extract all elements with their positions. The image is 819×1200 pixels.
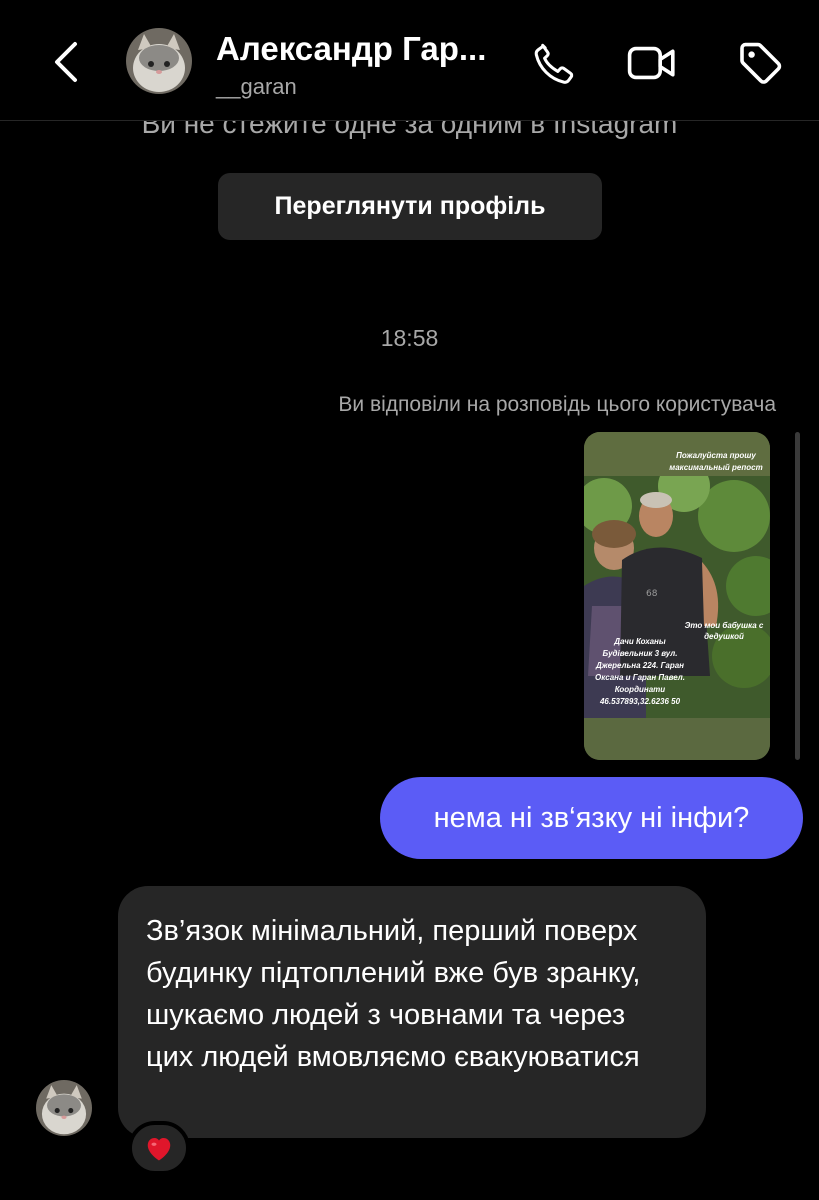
message-timestamp: 18:58 [380, 325, 439, 351]
chat-header: Александр Гар... __garan [0, 0, 819, 121]
chevron-left-icon [55, 42, 77, 82]
message-reaction[interactable] [128, 1121, 190, 1175]
tag-icon [740, 42, 782, 84]
sender-avatar[interactable] [36, 1080, 92, 1136]
heart-icon [147, 1138, 171, 1161]
video-call-button[interactable] [626, 38, 680, 88]
back-button[interactable] [44, 34, 88, 90]
cat-avatar-image [126, 28, 192, 94]
cat-avatar-image [36, 1080, 92, 1136]
contact-name[interactable]: Александр Гар... [216, 30, 486, 68]
contact-avatar[interactable] [126, 28, 192, 94]
view-profile-button[interactable]: Переглянути профіль [218, 173, 602, 240]
video-camera-icon [627, 46, 675, 80]
story-bottom-band [584, 718, 770, 760]
story-caption-bottom: Дачи Коханы Будівельник 3 вул. Джерельна… [594, 637, 685, 706]
story-caption-top: Пожалуйста прошу максимальный репост [669, 451, 763, 472]
contact-username[interactable]: __garan [216, 74, 297, 100]
story-reply-note: Ви відповіли на розповідь цього користув… [338, 393, 776, 416]
phone-icon [534, 43, 574, 84]
story-caption-mid: Это мои бабушка с дедушкой [684, 621, 764, 641]
story-reply-preview[interactable]: 68 Пожалуйста прошу максимальный репост … [584, 432, 770, 760]
outgoing-message-bubble[interactable]: нема ні зв‘язку ні інфи? [380, 777, 803, 859]
svg-text:68: 68 [646, 589, 658, 599]
label-button[interactable] [733, 38, 787, 88]
audio-call-button[interactable] [526, 38, 580, 88]
scrollbar[interactable] [795, 432, 800, 760]
incoming-message-bubble[interactable]: Зв’язок мінімальний, перший поверх будин… [118, 886, 706, 1138]
